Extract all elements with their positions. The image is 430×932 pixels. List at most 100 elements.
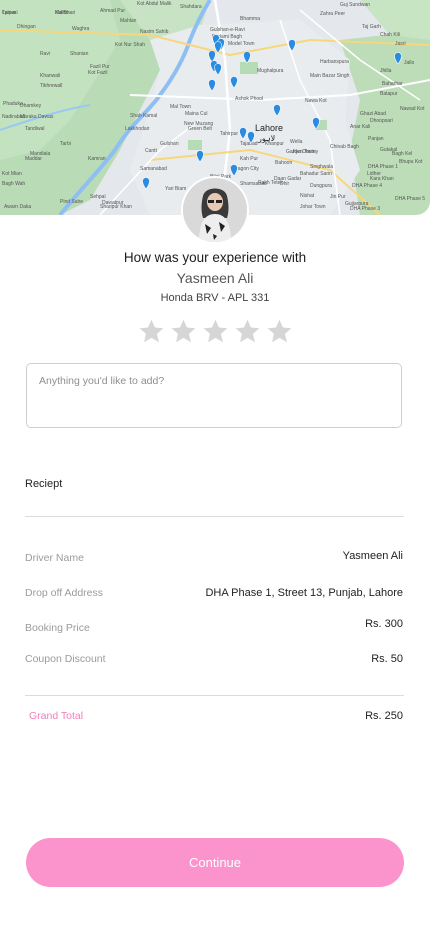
map-place-label: Pind Sahe	[60, 199, 83, 205]
map-place-label: DHA Phase 3	[350, 206, 380, 212]
map-place-label: Tikhrewall	[40, 83, 62, 89]
receipt-divider-bottom	[25, 695, 404, 696]
map-place-label: Jin Pur	[330, 194, 346, 200]
avatar-photo	[183, 178, 247, 242]
star-5-icon[interactable]	[266, 318, 293, 345]
map-place-label: Mahlan	[120, 18, 137, 24]
map-place-label: Yari Biam	[165, 186, 186, 192]
map-place-label: Batapur	[380, 91, 398, 97]
map-place-label: Samanabad	[140, 166, 167, 172]
map-place-label: Tahirpur	[220, 131, 238, 137]
map-place-label: Ashok Phool	[235, 96, 263, 102]
map-place-label: Tyewal	[2, 10, 18, 16]
map-place-label: Anar Kali	[350, 124, 370, 130]
map-place-label: Guj Sundwan	[340, 2, 370, 8]
continue-button[interactable]: Continue	[26, 838, 404, 887]
map-place-label: Dungpura	[310, 183, 332, 189]
map-place-label: Johar Town	[300, 204, 326, 210]
booking-price-label: Booking Price	[25, 622, 90, 634]
map-place-label: Jasri	[395, 41, 406, 47]
map-city-label-urdu: لاہور	[257, 134, 275, 143]
map-place-label: Bagh Kel	[392, 151, 412, 157]
map-place-label: Dhamkey	[20, 103, 42, 109]
vehicle-info: Honda BRV - APL 331	[160, 292, 270, 304]
map-place-label: Ravi	[40, 51, 50, 57]
map-place-label: Bhupu Kot	[399, 159, 423, 165]
map-place-label: Mughalpura	[257, 68, 284, 74]
map-place-label: Shah Kamal	[130, 113, 157, 119]
map-place-label: Ahmad Pur	[100, 8, 125, 14]
dropoff-address-label: Drop off Address	[25, 587, 104, 599]
map-place-label: Bahoon	[275, 160, 292, 166]
map-place-label: Kot Abdul Malik	[137, 1, 172, 7]
map-place-label: Maddar	[25, 156, 42, 162]
grand-total-label: Grand Total	[29, 710, 84, 722]
map-place-label: Kot Nur Shah	[115, 42, 145, 48]
driver-name-value: Yasmeen Ali	[342, 550, 403, 562]
map-place-label: Main Bazar Singh	[310, 73, 350, 79]
receipt-title: Reciept	[25, 478, 63, 490]
grand-total-value: Rs. 250	[365, 710, 403, 722]
map-place-label: Jallo	[404, 60, 415, 66]
map-place-label: Gulshan-e-Ravi	[210, 27, 245, 33]
map-place-label: Wella	[290, 139, 303, 145]
star-1-icon[interactable]	[138, 318, 165, 345]
map-place-label: Sharipur Khan	[100, 204, 132, 210]
map-place-label: Chah Kili	[380, 32, 400, 38]
map-place-label: DHA Phase 4	[352, 183, 382, 189]
map-place-label: Nishat	[300, 193, 315, 199]
map-place-label: Daan Gadar	[274, 176, 302, 182]
booking-price-value: Rs. 300	[365, 618, 403, 630]
map-place-label: Kal Bhari	[55, 10, 75, 16]
map-place-label: Khanwali	[40, 73, 60, 79]
map-place-label: Singhwala	[310, 164, 333, 170]
map-place-label: Panjan	[368, 136, 384, 142]
map-place-label: Shanian	[70, 51, 89, 57]
map-place-label: Tajabad	[240, 141, 258, 147]
map-place-label: DHA Phase 1	[368, 164, 398, 170]
map-place-label: Taj Garh	[362, 24, 381, 30]
map-place-label: Shahdara	[180, 4, 202, 10]
map-place-label: Kot Mian	[2, 171, 22, 177]
map-place-label: Tarbi	[60, 141, 71, 147]
map-place-label: Chinab Bagh	[330, 144, 359, 150]
map-place-label: Kara Khan	[370, 176, 394, 182]
map-place-label: Bhamma	[240, 16, 260, 22]
driver-avatar	[183, 178, 247, 242]
map-place-label: Gulshan	[160, 141, 179, 147]
map-place-label: Maina Cul	[185, 111, 208, 117]
rating-question: How was your experience with	[123, 250, 307, 265]
map-place-label: Baharhar	[382, 81, 403, 87]
coupon-discount-value: Rs. 50	[371, 653, 403, 665]
coupon-discount-label: Coupon Discount	[25, 653, 106, 665]
map-place-label: Kot Fazil	[88, 70, 107, 76]
map-place-label: Lakkhodair	[125, 126, 150, 132]
map-place-label: Nawad Kot	[400, 106, 425, 112]
map-place-label: Kah Pur	[240, 156, 258, 162]
star-4-icon[interactable]	[234, 318, 261, 345]
map-place-label: Kamran	[88, 156, 106, 162]
receipt-divider-top	[25, 516, 404, 517]
star-3-icon[interactable]	[202, 318, 229, 345]
map-place-label: Tandiwal	[25, 126, 44, 132]
dropoff-address-value: DHA Phase 1, Street 13, Punjab, Lahore	[205, 587, 403, 599]
star-2-icon[interactable]	[170, 318, 197, 345]
map-place-label: Harbanspura	[320, 59, 349, 65]
driver-name-label: Driver Name	[25, 552, 84, 564]
map-place-label: Dhingan	[17, 24, 36, 30]
map-place-label: Mal Town	[170, 104, 191, 110]
map-place-label: Nawa Kot	[305, 98, 327, 104]
map-place-label: Jhilla	[380, 68, 392, 74]
map-place-label: Model Town	[228, 41, 255, 47]
map-place-label: Nasim Sahib	[140, 29, 169, 35]
map-place-label: Maraka Dawas	[20, 114, 54, 120]
map-place-label: Jiya Dhotey	[292, 149, 319, 155]
map-place-label: Bagh Wah	[2, 181, 25, 187]
map-city-label: Lahore	[255, 123, 283, 133]
map-place-label: Zahra Peer	[320, 11, 345, 17]
map-place-label: Ghazi Abad	[360, 111, 386, 117]
map-place-label: Awarn Daka	[4, 204, 31, 210]
map-place-label: DHA Phase 5	[395, 196, 425, 202]
feedback-input[interactable]	[26, 363, 402, 428]
map-place-label: Cantt	[145, 148, 158, 154]
